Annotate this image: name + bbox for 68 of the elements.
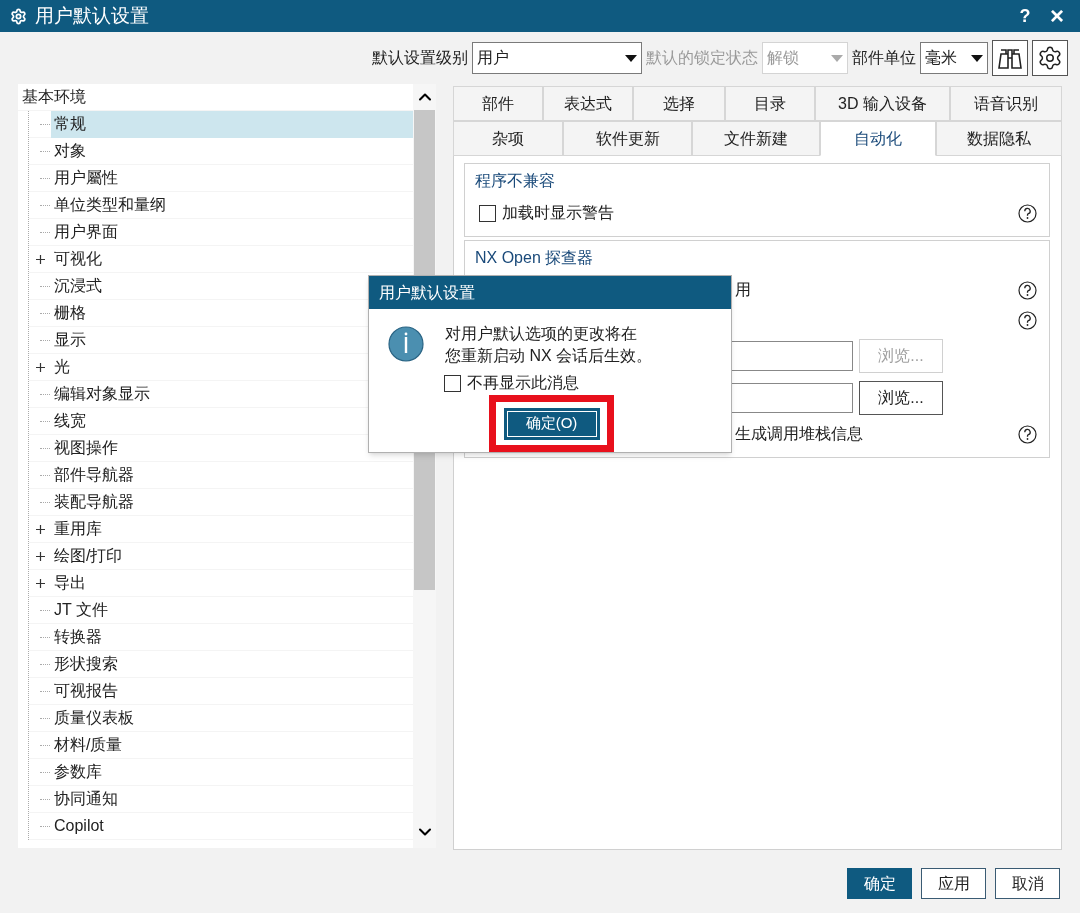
- binoculars-icon: [997, 46, 1023, 70]
- tree-item[interactable]: 单位类型和量纲: [51, 191, 413, 219]
- dropdown[interactable]: 用户: [472, 42, 642, 74]
- checkbox-label: 加载时显示警告: [502, 203, 615, 223]
- help-button[interactable]: ?: [1012, 2, 1038, 30]
- help-icon[interactable]: [1018, 310, 1037, 330]
- window-title: 用户默认设置: [35, 3, 150, 28]
- settings-icon: [1037, 45, 1063, 71]
- tree-item[interactable]: 可视报告: [51, 677, 413, 705]
- tree-item[interactable]: 用户屬性: [51, 164, 413, 192]
- tab[interactable]: 软件更新: [563, 121, 692, 156]
- option-label: 用: [735, 281, 751, 298]
- tree-item[interactable]: 基本环境: [18, 83, 86, 111]
- field-label: 默认的锁定状态: [646, 48, 758, 68]
- dialog-message: 对用户默认选项的更改将在 您重新启动 NX 会话后生效。: [445, 324, 653, 366]
- tree-item[interactable]: 协同通知: [51, 785, 413, 813]
- help-icon[interactable]: [1018, 424, 1037, 444]
- field-label: 部件单位: [852, 48, 916, 68]
- tab[interactable]: 部件: [453, 86, 543, 121]
- tree-item[interactable]: 转换器: [51, 623, 413, 651]
- help-icon[interactable]: [1018, 280, 1037, 300]
- option-label: 生成调用堆栈信息: [735, 425, 863, 442]
- info-icon: [388, 326, 424, 362]
- dropdown[interactable]: 毫米: [920, 42, 988, 74]
- field-label: 默认设置级别: [372, 48, 468, 68]
- tree-item[interactable]: 常规: [51, 110, 413, 138]
- button[interactable]: 取消: [995, 868, 1060, 899]
- settings-icon: [10, 7, 27, 25]
- tree-item[interactable]: 用户界面: [51, 218, 413, 246]
- tree-item[interactable]: 可视化: [51, 245, 413, 273]
- tree-item[interactable]: JT 文件: [51, 596, 413, 624]
- tree-item[interactable]: 质量仪表板: [51, 704, 413, 732]
- binoculars-button[interactable]: [992, 40, 1028, 76]
- tree-item[interactable]: 重用库: [51, 515, 413, 543]
- primary-button[interactable]: 确定: [847, 868, 912, 899]
- tree-item[interactable]: 绘图/打印: [51, 542, 413, 570]
- tab[interactable]: 表达式: [543, 86, 633, 121]
- tree-item[interactable]: 对象: [51, 137, 413, 165]
- group-title: NX Open 探查器: [474, 248, 595, 268]
- checkbox-label: 不再显示此消息: [467, 374, 579, 392]
- browse-button[interactable]: 浏览...: [859, 381, 943, 415]
- tree-item[interactable]: 材料/质量: [51, 731, 413, 759]
- checkbox[interactable]: [479, 204, 496, 222]
- group-title: 程序不兼容: [474, 171, 556, 191]
- tab[interactable]: 选择: [633, 86, 725, 121]
- settings-button[interactable]: [1032, 40, 1068, 76]
- caret-icon: [625, 54, 637, 62]
- tab[interactable]: 语音识别: [950, 86, 1062, 121]
- tree-item[interactable]: 形状搜索: [51, 650, 413, 678]
- help-icon[interactable]: [1018, 203, 1037, 223]
- tree-item[interactable]: 参数库: [51, 758, 413, 786]
- tab[interactable]: 数据隐私: [936, 121, 1062, 156]
- tab[interactable]: 文件新建: [692, 121, 820, 156]
- tab[interactable]: 3D 输入设备: [815, 86, 950, 121]
- dialog-title: 用户默认设置: [369, 276, 731, 309]
- tab[interactable]: 目录: [725, 86, 815, 121]
- tree-item[interactable]: 导出: [51, 569, 413, 597]
- tree-item[interactable]: 装配导航器: [51, 488, 413, 516]
- ok-button[interactable]: 确定(O): [503, 407, 600, 440]
- caret-icon: [831, 54, 843, 62]
- checkbox[interactable]: [444, 374, 461, 392]
- close-button[interactable]: ×: [1044, 4, 1070, 28]
- caret-icon: [971, 54, 983, 62]
- tree-item[interactable]: 部件导航器: [51, 461, 413, 489]
- tree-item[interactable]: Copilot: [51, 812, 413, 840]
- button[interactable]: 应用: [921, 868, 986, 899]
- tab[interactable]: 杂项: [453, 121, 563, 156]
- tab[interactable]: 自动化: [820, 121, 936, 156]
